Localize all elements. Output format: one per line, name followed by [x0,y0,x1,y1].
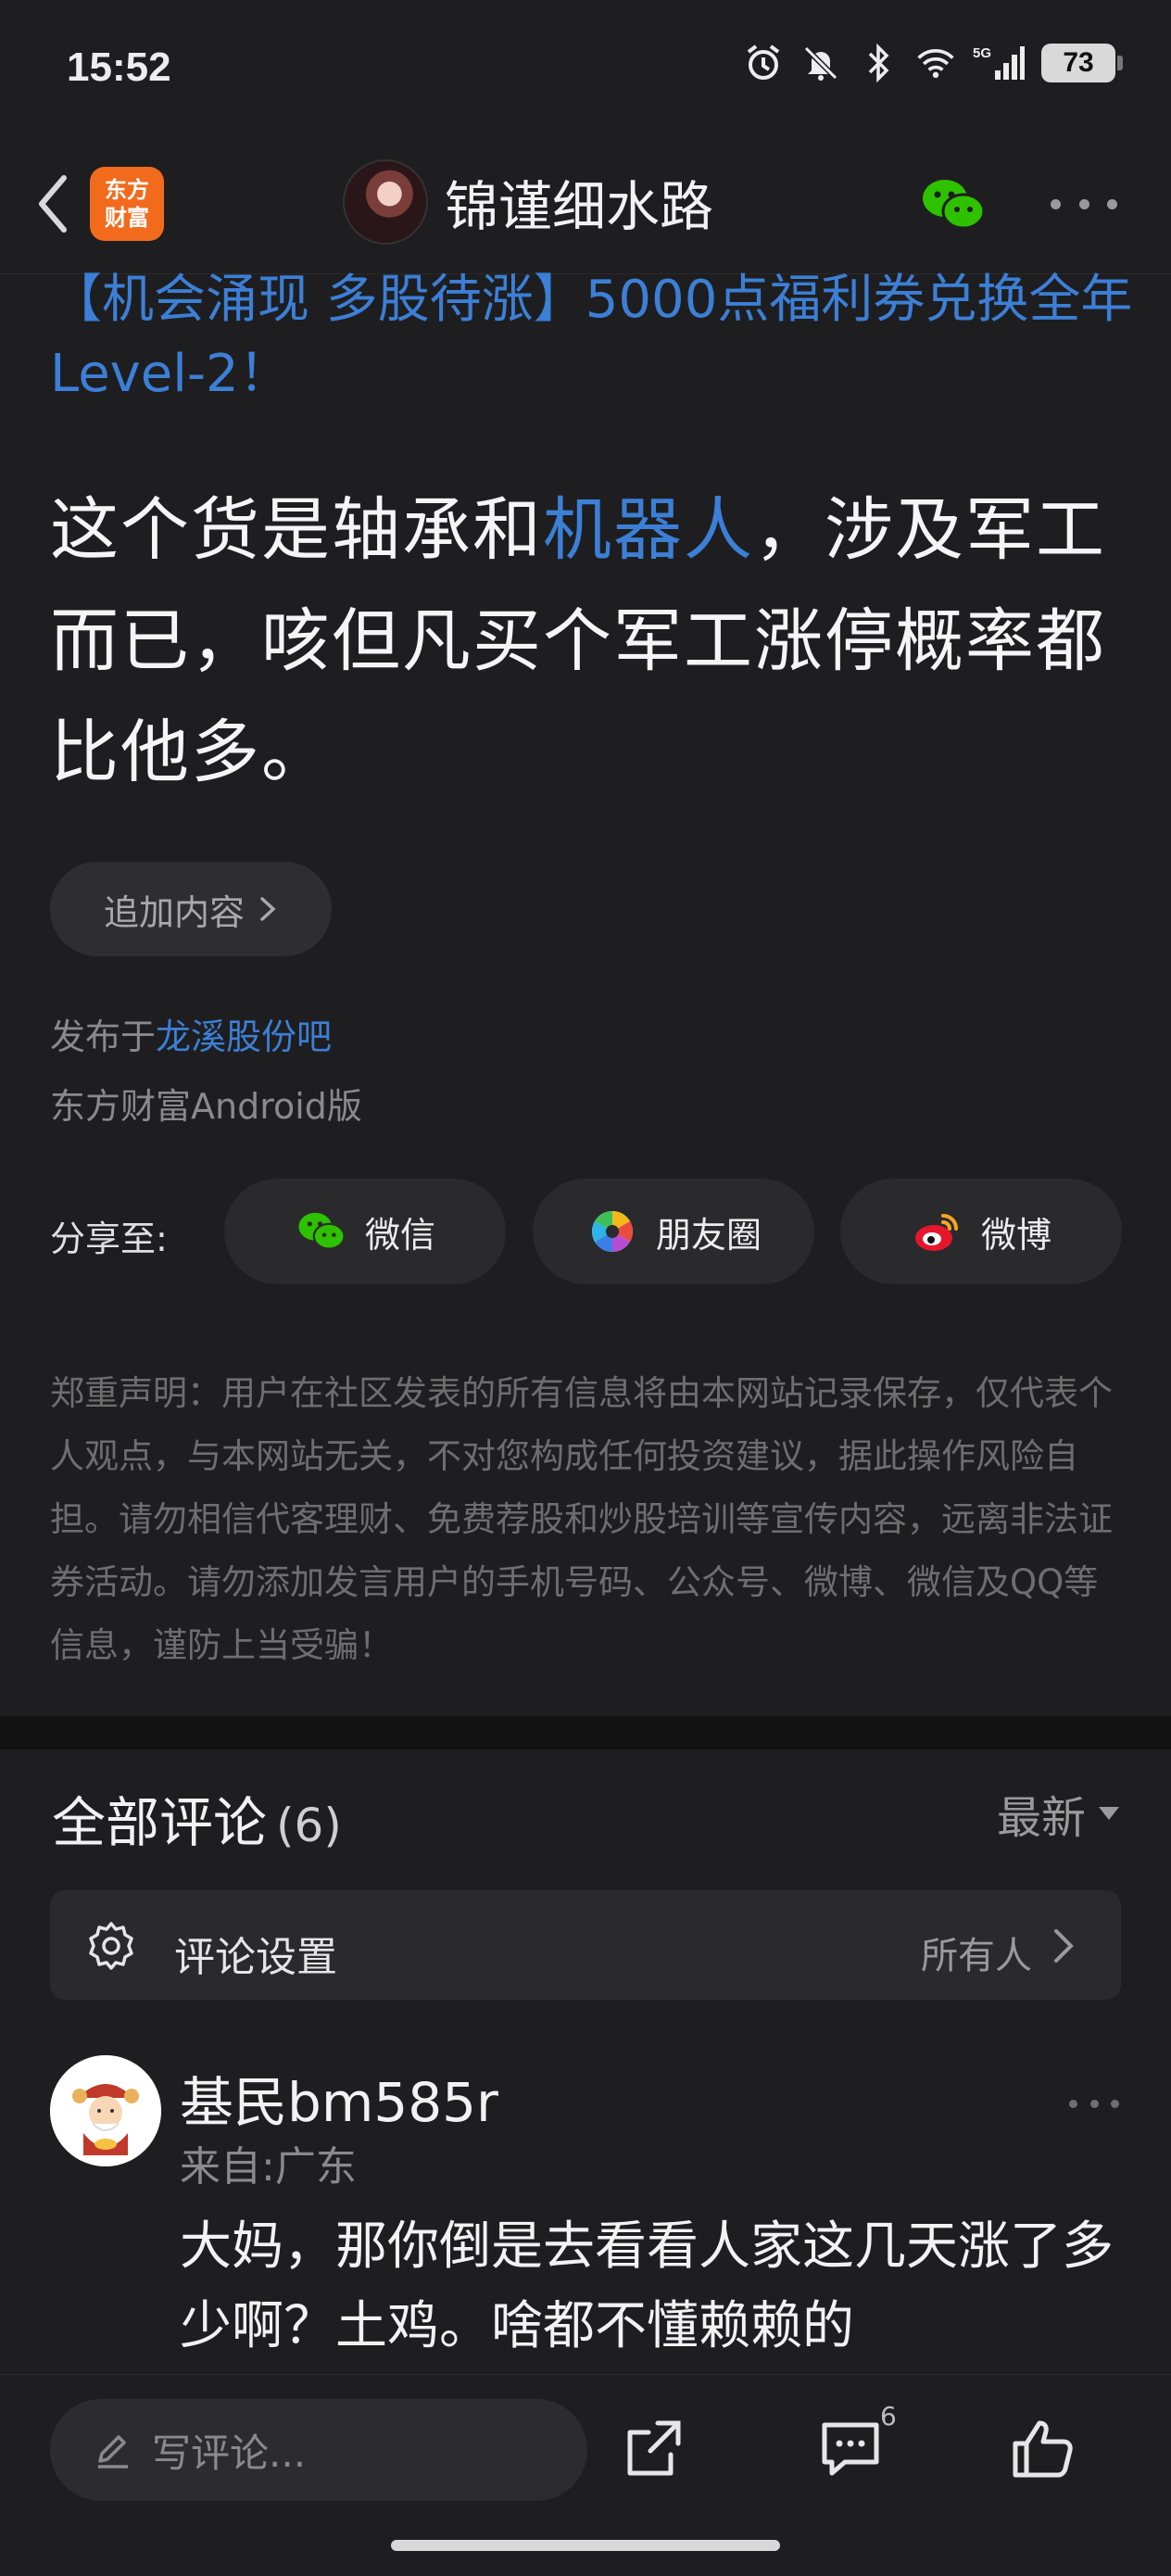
caret-down-icon [1099,1807,1119,1820]
chevron-left-icon [39,175,67,233]
top-nav-bar: 东方 财富 锦谨细水路 [0,139,1171,274]
disclaimer-text: 郑重声明：用户在社区发表的所有信息将由本网站记录保存，仅代表个人观点，与本网站无… [50,1373,1113,1665]
like-thumb-icon[interactable] [1006,2412,1080,2486]
wechat-share-icon[interactable] [917,169,989,241]
sort-label: 最新 [996,1792,1086,1844]
share-moments-button[interactable]: 朋友圈 [533,1179,814,1284]
share-icon[interactable] [617,2412,691,2486]
dot [1078,198,1089,209]
bottom-action-bar: 写评论... 6 [0,2374,1171,2576]
comment-icon[interactable] [813,2412,888,2486]
commenter-name[interactable]: 基民bm585r [180,2059,498,2137]
post-body: 这个货是轴承和机器人，涉及军工而已，咳但凡买个军工涨停概率都比他多。 [50,474,1134,808]
svg-text:5G: 5G [973,45,991,61]
status-icons: 5G 73 [743,43,1123,83]
share-label: 分享至: [50,1219,168,1259]
post-text-part1: 这个货是轴承和 [50,490,543,570]
comment-settings-row[interactable]: 评论设置 所有人 [50,1890,1121,2000]
commenter-location: 来自:广东 [180,2143,357,2191]
share-moments-label: 朋友圈 [655,1214,762,1256]
chevron-right-icon [260,897,276,921]
dot [1111,2099,1119,2108]
chevron-right-icon [1054,1929,1074,1963]
promo-link[interactable]: 【机会涌现 多股待涨】5000点福利券兑换全年Level-2！ [50,263,1134,411]
share-wechat-button[interactable]: 微信 [224,1179,506,1284]
share-wechat-label: 微信 [364,1214,435,1256]
status-bar: 15:52 5G 73 [0,0,1171,139]
post-client: 东方财富Android版 [50,1086,362,1127]
status-time: 15:52 [67,44,171,90]
dot [1051,198,1061,209]
author-header[interactable]: 锦谨细水路 [343,159,713,245]
share-weibo-button[interactable]: 微博 [840,1179,1122,1284]
signal-5g-icon: 5G [973,43,1025,83]
app-logo[interactable]: 东方 财富 [90,167,164,241]
append-content-button[interactable]: 追加内容 [50,862,332,956]
moments-icon [586,1205,639,1258]
gear-icon [89,1922,133,1970]
dot [1107,198,1117,209]
commenter-avatar[interactable] [50,2055,161,2166]
comment-settings-label: 评论设置 [174,1934,337,1981]
home-indicator[interactable] [391,2540,780,2551]
more-options-button[interactable] [1051,187,1117,221]
comment-text: 大妈，那你倒是去看看人家这几天涨了多少啊？土鸡。啥都不懂赖赖的 [180,2216,1114,2356]
weibo-icon [911,1205,964,1258]
back-button[interactable] [20,167,85,241]
comments-header: 全部评论 (6) [52,1779,342,1857]
published-in: 发布于龙溪股份吧 [50,1008,332,1059]
published-prefix: 发布于 [50,1017,157,1057]
mute-bell-icon [800,43,841,83]
comments-title: 全部评论 [52,1791,268,1854]
dot [1089,2099,1099,2108]
comment-more-button[interactable] [1069,2094,1119,2113]
share-weibo-label: 微博 [980,1214,1051,1256]
section-divider [0,1716,1171,1749]
author-avatar[interactable] [343,159,428,245]
wechat-icon [295,1205,348,1258]
app-logo-line2: 财富 [105,205,149,231]
dot [1069,2099,1077,2108]
alarm-icon [743,43,784,83]
comments-count: (6) [276,1799,342,1852]
sort-dropdown[interactable]: 最新 [997,1781,1119,1846]
wifi-icon [915,43,956,83]
forum-link[interactable]: 龙溪股份吧 [156,1017,332,1057]
pencil-icon [98,2435,128,2469]
author-name[interactable]: 锦谨细水路 [445,163,713,241]
battery-indicator: 73 [1041,44,1123,82]
post-detail-page: 15:52 5G 73 东方 财富 锦谨细水路 【机会涌现 多股待涨】5000点… [0,0,1171,2576]
append-content-label: 追加内容 [103,891,245,933]
comment-input-placeholder: 写评论... [152,2430,307,2476]
app-logo-line1: 东方 [105,177,149,203]
comment-input[interactable]: 写评论... [50,2399,587,2501]
comment-settings-value: 所有人 [921,1935,1032,1977]
bluetooth-icon [858,43,899,83]
stock-topic-link[interactable]: 机器人 [543,490,754,570]
comment-item: 基民bm585r 来自:广东 大妈，那你倒是去看看人家这几天涨了多少啊？土鸡。啥… [0,2048,1171,2381]
comment-count-badge: 6 [880,2401,897,2431]
